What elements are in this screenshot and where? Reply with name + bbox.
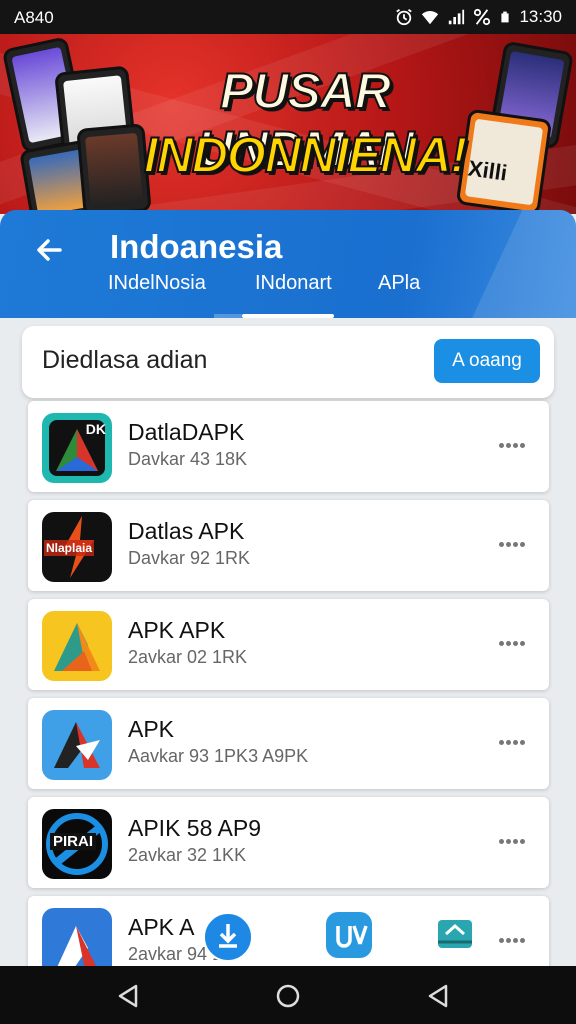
wifi-icon — [422, 11, 439, 25]
signal-icon — [449, 9, 465, 25]
app-icon-label: PIRAI — [50, 833, 97, 850]
app-meta: Davkar 43 18K — [128, 449, 248, 469]
list-item[interactable]: DK DatlaDAPK Davkar 43 18K — [28, 401, 549, 492]
app-icon: DK — [42, 413, 112, 483]
status-time: 13:30 — [519, 7, 562, 26]
updates-icon[interactable] — [326, 912, 372, 958]
nav-recents-icon[interactable] — [424, 982, 452, 1010]
back-arrow-icon[interactable] — [30, 230, 70, 270]
app-icon: PIRAI — [42, 809, 112, 879]
search-card: Diedlasa adian A oaang — [22, 326, 554, 398]
tab-indonart[interactable]: INdonart — [255, 272, 332, 295]
tab-indelnosia[interactable]: INdelNosia — [108, 272, 206, 295]
app-bar: Indoanesia INdelNosia INdonart APla — [0, 210, 576, 318]
page-title: Indoanesia — [110, 228, 283, 265]
app-meta: Aavkar 93 1PK3 A9PK — [128, 746, 309, 766]
app-meta: 2avkar 02 1RK — [128, 647, 248, 667]
more-options-icon[interactable] — [499, 534, 529, 554]
system-nav-bar — [0, 966, 576, 1024]
app-name: DatlaDAPK — [128, 419, 245, 445]
status-carrier: A840 — [14, 8, 54, 27]
app-name: APIK 58 AP9 — [128, 815, 261, 841]
tab-apla[interactable]: APla — [378, 272, 420, 295]
list-item[interactable]: APK APK 2avkar 02 1RK — [28, 599, 549, 690]
nav-back-icon[interactable] — [114, 982, 142, 1010]
app-name: APK A — [128, 914, 195, 940]
search-button[interactable]: A oaang — [434, 339, 540, 383]
list-item[interactable]: APK Aavkar 93 1PK3 A9PK — [28, 698, 549, 789]
app-icon — [42, 710, 112, 780]
alarm-icon — [396, 9, 413, 26]
app-icon — [42, 611, 112, 681]
app-name: Datlas APK — [128, 518, 245, 544]
app-meta: 2avkar 32 1KK — [128, 845, 247, 865]
banner-title-line2: INDONNIENA! — [143, 126, 468, 184]
tab-bar: INdelNosia INdonart APla — [0, 268, 576, 318]
more-options-icon[interactable] — [499, 930, 529, 950]
app-icon-label: DK — [85, 421, 106, 437]
app-name: APK — [128, 716, 175, 742]
percent-icon — [474, 8, 491, 26]
app-icon-label: Nlaplaia — [44, 540, 95, 556]
promo-banner[interactable]: Xilli PUSAR UNDMAN INDONNIENA! — [0, 34, 576, 214]
active-tab-indicator — [242, 314, 334, 318]
list-item[interactable]: Nlaplaia Datlas APK Davkar 92 1RK — [28, 500, 549, 591]
app-meta: Davkar 92 1RK — [128, 548, 251, 568]
more-options-icon[interactable] — [499, 831, 529, 851]
download-icon[interactable] — [203, 912, 253, 962]
list-item[interactable]: PIRAI APIK 58 AP9 2avkar 32 1KK — [28, 797, 549, 888]
app-icon: Nlaplaia — [42, 512, 112, 582]
library-icon[interactable] — [432, 912, 478, 958]
battery-icon — [501, 11, 510, 23]
status-bar: A840 13:30 — [0, 0, 576, 34]
more-options-icon[interactable] — [499, 633, 529, 653]
nav-home-icon[interactable] — [274, 982, 302, 1010]
more-options-icon[interactable] — [499, 732, 529, 752]
search-input[interactable]: Diedlasa adian — [42, 346, 207, 375]
app-name: APK APK — [128, 617, 226, 643]
more-options-icon[interactable] — [499, 435, 529, 455]
